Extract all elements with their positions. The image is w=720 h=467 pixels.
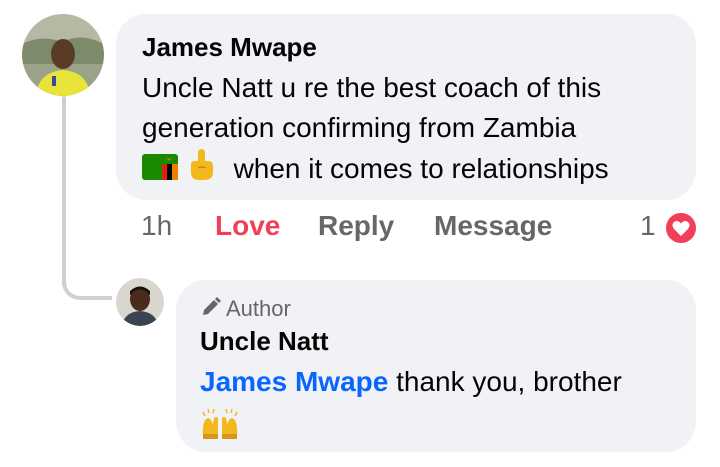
love-reaction-icon[interactable] bbox=[664, 211, 698, 245]
reply-author-name[interactable]: Uncle Natt bbox=[200, 326, 329, 356]
comment-text-line-3: when it comes to relationships bbox=[233, 153, 609, 184]
avatar-uncle-natt[interactable] bbox=[116, 278, 164, 326]
reply-text-row: James Mwape thank you, brother bbox=[200, 362, 622, 402]
message-button[interactable]: Message bbox=[434, 210, 552, 242]
comment-text-line-3-row: when it comes to relationships bbox=[142, 148, 609, 193]
zambia-flag-icon bbox=[142, 152, 178, 193]
index-pointing-up-icon bbox=[186, 148, 216, 193]
thread-connector-curve bbox=[62, 270, 112, 300]
mention-link[interactable]: James Mwape bbox=[200, 366, 388, 397]
avatar-james-mwape[interactable] bbox=[22, 14, 104, 96]
avatar-photo-icon bbox=[22, 14, 104, 96]
comment-text-line-1: Uncle Natt u re the best coach of this bbox=[142, 72, 602, 103]
comment-author-name[interactable]: James Mwape bbox=[142, 32, 317, 62]
comment-text-line-2: generation confirming from Zambia bbox=[142, 112, 577, 143]
comment-bubble: James Mwape Uncle Natt u re the best coa… bbox=[116, 14, 696, 200]
reply-button[interactable]: Reply bbox=[318, 210, 394, 242]
raising-hands-icon bbox=[200, 406, 240, 440]
reply-bubble: Author Uncle Natt James Mwape thank you,… bbox=[176, 280, 696, 452]
comment-timestamp[interactable]: 1h bbox=[141, 210, 172, 242]
author-badge: Author bbox=[200, 296, 291, 324]
reply-text: thank you, brother bbox=[388, 366, 622, 397]
love-button[interactable]: Love bbox=[215, 210, 280, 242]
avatar-photo-icon bbox=[116, 278, 164, 326]
thread-connector-vertical bbox=[62, 96, 66, 286]
reaction-count[interactable]: 1 bbox=[640, 210, 656, 242]
pencil-icon bbox=[200, 296, 222, 324]
author-badge-label: Author bbox=[226, 296, 291, 321]
